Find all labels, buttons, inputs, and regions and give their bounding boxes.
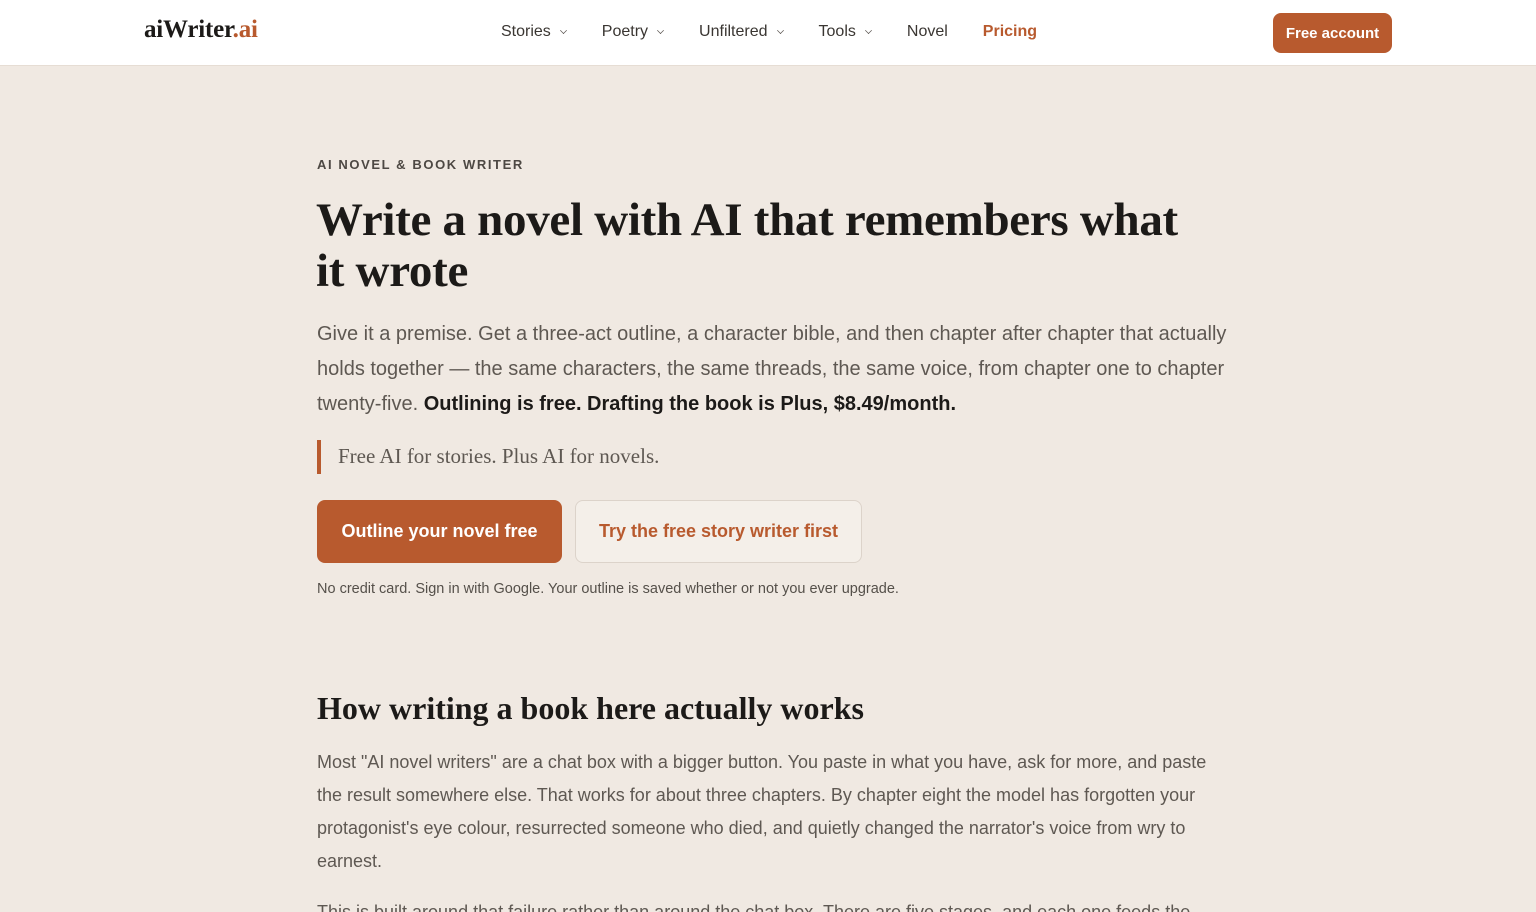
logo-tld: .ai [232, 16, 258, 43]
try-story-writer-button[interactable]: Try the free story writer first [575, 500, 862, 563]
hero-pricing-note: Outlining is free. Drafting the book is … [423, 393, 956, 415]
nav-item-label: Tools [818, 23, 856, 40]
nav-item-label: Stories [501, 23, 551, 40]
nav-item-label: Unfiltered [699, 23, 768, 40]
section-paragraph: This is built around that failure rather… [317, 902, 1191, 912]
logo-main: aiWriter [144, 16, 233, 43]
section-title: How writing a book here actually works [317, 690, 864, 726]
site-logo[interactable]: aiWriter.ai [144, 16, 258, 44]
top-navigation-bar: aiWriter.ai Stories Poetry Unfiltered To… [0, 0, 1536, 66]
nav-item-poetry[interactable]: Poetry [601, 23, 665, 41]
chevron-down-icon [864, 26, 872, 34]
chevron-down-icon [657, 26, 665, 34]
nav-item-stories[interactable]: Stories [501, 23, 567, 41]
nav-item-pricing[interactable]: Pricing [983, 23, 1037, 41]
hero-description: Give it a premise. Get a three-act outli… [317, 317, 1227, 422]
nav-item-label: Pricing [982, 23, 1038, 40]
hero-tagline: Free AI for stories. Plus AI for novels. [317, 440, 659, 474]
hero-kicker: AI NOVEL & BOOK WRITER [317, 157, 524, 172]
signup-fineprint: No credit card. Sign in with Google. You… [317, 581, 899, 597]
outline-novel-button[interactable]: Outline your novel free [317, 500, 562, 563]
nav-item-label: Poetry [601, 23, 649, 40]
nav-item-novel[interactable]: Novel [907, 23, 948, 41]
nav-item-label: Novel [906, 23, 948, 40]
main-nav: Stories Poetry Unfiltered Tools Novel Pr… [501, 20, 1072, 44]
nav-item-tools[interactable]: Tools [819, 23, 872, 41]
chevron-down-icon [559, 26, 567, 34]
chevron-down-icon [776, 26, 784, 34]
section-paragraph: Most "AI novel writers" are a chat box w… [317, 752, 1207, 871]
free-account-button[interactable]: Free account [1273, 13, 1392, 53]
page-title: Write a novel with AI that remembers wha… [316, 194, 1178, 297]
nav-item-unfiltered[interactable]: Unfiltered [699, 23, 784, 41]
